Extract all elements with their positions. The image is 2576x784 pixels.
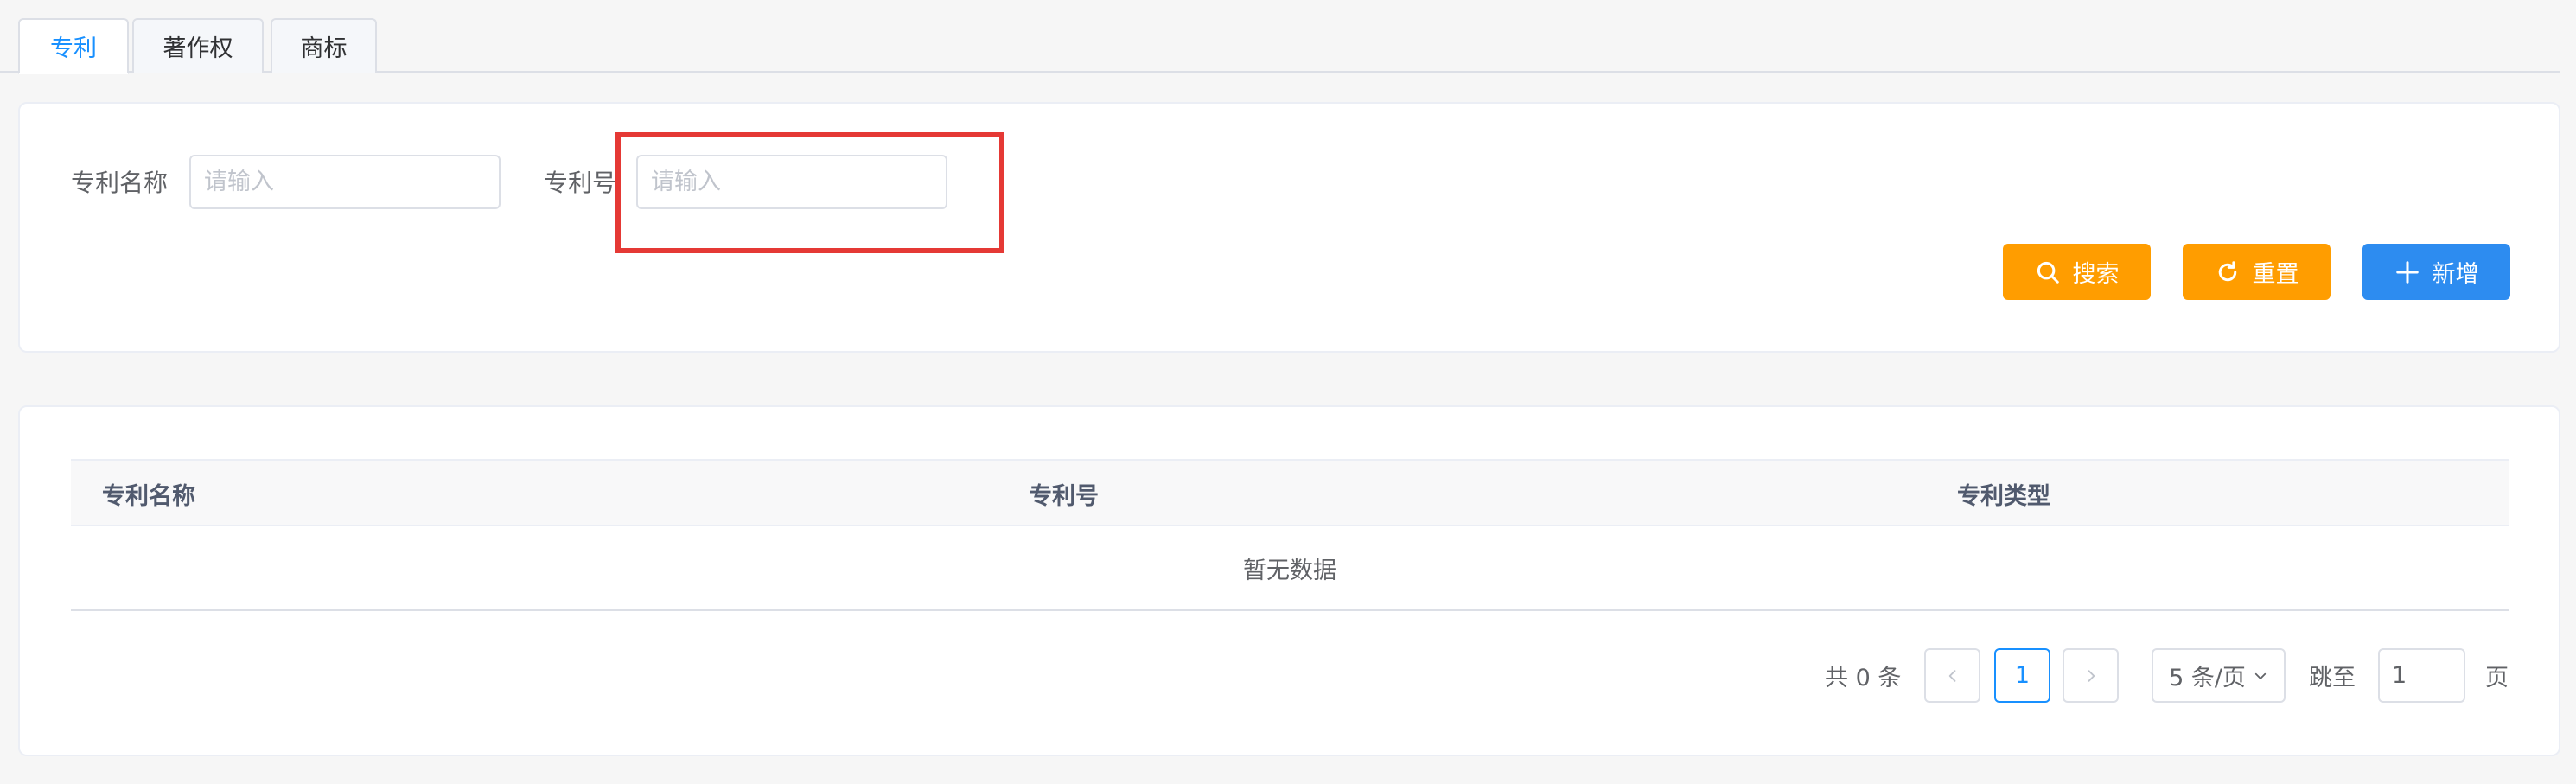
- add-button-label: 新增: [2432, 261, 2479, 288]
- empty-text: 暂无数据: [1243, 557, 1336, 584]
- chevron-down-icon: [2254, 672, 2267, 679]
- reset-button[interactable]: 重置: [2183, 244, 2331, 300]
- reset-button-label: 重置: [2252, 261, 2299, 288]
- column-header-patent-name[interactable]: 专利名称: [102, 461, 195, 526]
- jump-label: 跳至: [2309, 665, 2356, 692]
- table-header: 专利名称 专利号 专利类型: [71, 459, 2509, 526]
- page-size-value: 5 条/页: [2169, 665, 2246, 692]
- search-icon: [2037, 261, 2059, 284]
- tab-trademark[interactable]: 商标: [271, 18, 377, 73]
- search-button-label: 搜索: [2072, 261, 2120, 288]
- add-button[interactable]: 新增: [2362, 244, 2510, 300]
- prev-page-button[interactable]: [1924, 648, 1980, 703]
- search-button[interactable]: 搜索: [2003, 244, 2151, 300]
- page-number-1[interactable]: 1: [1994, 648, 2050, 703]
- page-size-select[interactable]: 5 条/页: [2152, 648, 2286, 703]
- patent-name-input[interactable]: [189, 155, 501, 209]
- plus-icon: [2395, 260, 2419, 284]
- patent-no-input[interactable]: [636, 155, 947, 209]
- jump-page-input[interactable]: 1: [2378, 648, 2465, 703]
- pagination-total: 共 0 条: [1825, 665, 1902, 692]
- tab-patent[interactable]: 专利: [18, 18, 129, 74]
- tab-copyright[interactable]: 著作权: [132, 18, 264, 73]
- page-suffix: 页: [2485, 665, 2509, 692]
- column-header-patent-no[interactable]: 专利号: [1029, 461, 1099, 526]
- tab-bar: 专利 著作权 商标: [0, 0, 2560, 74]
- patent-no-label: 专利号: [544, 169, 617, 197]
- table-empty-row: 暂无数据: [71, 526, 2509, 611]
- chevron-right-icon: [2088, 669, 2095, 682]
- patent-name-label: 专利名称: [71, 169, 169, 197]
- refresh-icon: [2218, 260, 2236, 281]
- column-header-patent-type[interactable]: 专利类型: [1957, 461, 2050, 526]
- search-panel: [18, 102, 2560, 353]
- chevron-left-icon: [1948, 669, 1955, 682]
- next-page-button[interactable]: [2063, 648, 2119, 703]
